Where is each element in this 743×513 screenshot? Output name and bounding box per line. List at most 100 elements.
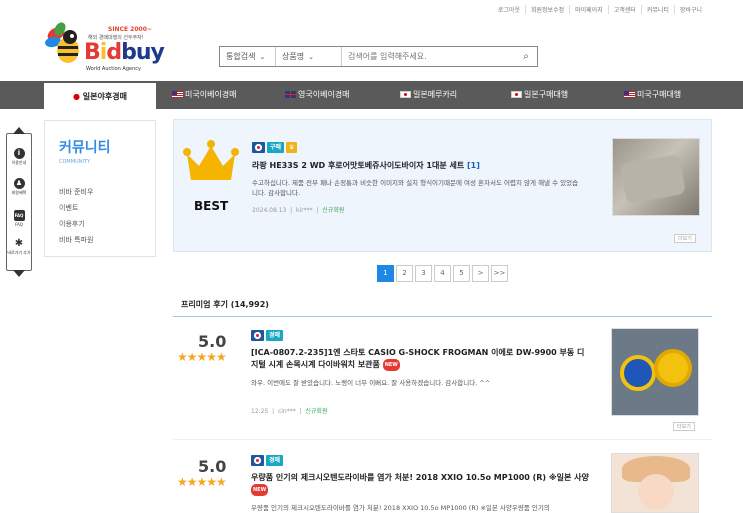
- customer-center-link[interactable]: 고객센터: [607, 5, 641, 14]
- sidebar-item-preparation[interactable]: 비바 준비우: [59, 187, 93, 197]
- rating-score: 5.0: [198, 457, 227, 476]
- last-page-button[interactable]: >>: [491, 265, 508, 282]
- review-chips: 경매: [251, 330, 284, 341]
- page-1[interactable]: 1: [377, 265, 394, 282]
- review-item[interactable]: 5.0 ★★★★★ 경매 우량품 인기의 제크시오텐도라이바를 염가 처분! 2…: [173, 445, 712, 513]
- nav-us-buying[interactable]: 미국구매대행: [624, 81, 681, 109]
- quick-label: 바로가기 추가: [7, 250, 31, 255]
- next-page-button[interactable]: >: [472, 265, 489, 282]
- page-4[interactable]: 4: [434, 265, 451, 282]
- review-title[interactable]: [ICA-0807.2-235]1엔 스타토 CASIO G-SHOCK FRO…: [251, 347, 591, 371]
- user-id: cin***: [277, 408, 296, 415]
- community-link[interactable]: 커뮤니티: [640, 5, 674, 14]
- dot-icon: ●: [73, 92, 80, 101]
- nav-label: 일본구매대행: [524, 90, 569, 99]
- main-nav: ● 일본야후경매 미국이베이경매 영국이베이경매 일본메루카리 일본구매대행 미…: [0, 81, 743, 109]
- chevron-down-icon: ⌄: [259, 52, 266, 61]
- nav-mercari-japan[interactable]: 일본메루카리: [400, 81, 457, 109]
- sidebar-item-reviews[interactable]: 이용후기: [59, 219, 93, 229]
- quick-label: 회원혜택: [11, 190, 27, 195]
- mypage-link[interactable]: 마이페이지: [569, 5, 608, 14]
- divider: [173, 316, 712, 317]
- nav-japan-buying[interactable]: 일본구매대행: [511, 81, 568, 109]
- quick-label: 이용안내: [11, 160, 27, 165]
- more-button[interactable]: 더보기: [673, 422, 695, 431]
- us-flag-icon: [624, 91, 635, 98]
- review-thumbnail[interactable]: [611, 453, 699, 513]
- crown-badge-icon: ♛: [286, 142, 298, 153]
- sidebar-item-correspondent[interactable]: 비바 특파원: [59, 235, 93, 245]
- more-button[interactable]: 더보기: [674, 234, 696, 243]
- page-5[interactable]: 5: [453, 265, 470, 282]
- page-3[interactable]: 3: [415, 265, 432, 282]
- logo[interactable]: SINCE 2000~ 해외 경매대행의 선두주자! Bidbuy World …: [44, 20, 165, 72]
- uk-flag-icon: [285, 91, 296, 98]
- nav-ebay-us[interactable]: 미국이베이경매: [172, 81, 237, 109]
- since-text: SINCE 2000~: [108, 26, 152, 33]
- best-thumbnail[interactable]: [612, 138, 700, 216]
- best-review-card[interactable]: BEST 구매 ♛ 라팡 HE33S 2 WD 후로어맛토베쥬사이도바이자 1대…: [173, 119, 712, 252]
- best-meta: 2024.08.13 | kir*** | 신규회원: [252, 207, 345, 214]
- quick-shortcut[interactable]: ✱ 바로가기 추가: [7, 238, 31, 256]
- comment-count: [1]: [467, 161, 480, 170]
- new-badge: NEW: [382, 359, 400, 371]
- star-icon: ✱: [14, 238, 24, 249]
- search-category-value: 통합검색: [226, 52, 256, 61]
- best-label: BEST: [194, 199, 229, 213]
- search-input[interactable]: [342, 47, 515, 66]
- auction-chip: 경매: [266, 455, 284, 466]
- scroll-up-arrow-icon[interactable]: [13, 127, 25, 134]
- best-title-text: 라팡 HE33S 2 WD 후로어맛토베쥬사이도바이자 1대분 세트: [252, 161, 465, 170]
- rating-stars: ★★★★★: [177, 350, 227, 364]
- best-title[interactable]: 라팡 HE33S 2 WD 후로어맛토베쥬사이도바이자 1대분 세트 [1]: [252, 160, 480, 171]
- review-item[interactable]: 5.0 ★★★★★ 경매 [ICA-0807.2-235]1엔 스타토 CASI…: [173, 320, 712, 440]
- nav-label: 미국이베이경매: [185, 90, 237, 99]
- nav-label: 영국이베이경매: [298, 90, 350, 99]
- review-meta: 12:25 | cin*** | 신규회원: [251, 408, 328, 415]
- quick-label: FAQ: [15, 222, 23, 227]
- member-group: 신규회원: [322, 207, 345, 214]
- logo-wordmark: Bidbuy: [84, 40, 165, 65]
- nav-ebay-uk[interactable]: 영국이베이경매: [285, 81, 350, 109]
- sidebar-subtitle: COMMUNITY: [59, 159, 91, 165]
- user-icon: ♟: [13, 178, 25, 189]
- scroll-down-arrow-icon[interactable]: [13, 270, 25, 277]
- review-title[interactable]: 우량품 인기의 제크시오텐도라이바를 염가 처분! 2018 XXIO 10.5…: [251, 472, 591, 496]
- jp-flag-icon: [251, 455, 264, 466]
- faq-icon: FAQ: [13, 210, 25, 221]
- search-type-value: 상품명: [282, 52, 305, 61]
- review-title-text: 우량품 인기의 제크시오텐도라이바를 염가 처분! 2018 XXIO 10.5…: [251, 473, 589, 482]
- sidebar-item-event[interactable]: 이벤트: [59, 203, 93, 213]
- search-icon[interactable]: ⌕: [515, 51, 537, 62]
- quick-menu: i 이용안내 ♟ 회원혜택 FAQ FAQ ✱ 바로가기 추가: [6, 127, 32, 277]
- cart-link[interactable]: 장바구니: [673, 5, 707, 14]
- jp-flag-icon: [251, 330, 264, 341]
- best-desc: 수고하십니다. 제품 전부 패나 손정통과 비슷한 이미지와 실치 형식이기때문…: [252, 179, 579, 197]
- community-sidebar: 커뮤니티 COMMUNITY 비바 준비우 이벤트 이용후기 비바 특파원: [44, 120, 156, 257]
- nav-label: 일본메루카리: [413, 90, 458, 99]
- rating-stars: ★★★★★: [177, 475, 227, 489]
- pagination: 1 2 3 4 5 > >>: [377, 265, 508, 282]
- crown-icon: [183, 140, 239, 180]
- quick-faq[interactable]: FAQ FAQ: [7, 210, 31, 227]
- review-title-text: [ICA-0807.2-235]1엔 스타토 CASIO G-SHOCK FRO…: [251, 348, 585, 369]
- best-chips: 구매 ♛: [252, 142, 298, 153]
- nav-label: 일본야후경매: [82, 92, 127, 101]
- nav-label: 미국구매대행: [637, 90, 682, 99]
- member-info-link[interactable]: 회원정보수정: [524, 5, 569, 14]
- logout-link[interactable]: 로그아웃: [493, 5, 525, 14]
- quick-guide[interactable]: i 이용안내: [7, 148, 31, 166]
- nav-yahoo-japan[interactable]: ● 일본야후경매: [44, 81, 156, 109]
- jp-flag-icon: [400, 91, 411, 98]
- review-thumbnail[interactable]: [611, 328, 699, 416]
- search-category-select[interactable]: 통합검색 ⌄: [220, 47, 276, 66]
- review-chips: 경매: [251, 455, 284, 466]
- quick-benefits[interactable]: ♟ 회원혜택: [7, 178, 31, 196]
- search-type-select[interactable]: 상품명 ⌄: [276, 47, 342, 66]
- date: 12:25: [251, 408, 269, 415]
- us-flag-icon: [172, 91, 183, 98]
- review-desc: 와우. 이번에도 잘 받았습니다. 노랭이 너무 이뻐요. 잘 사용하겠습니다.…: [251, 379, 491, 387]
- page-2[interactable]: 2: [396, 265, 413, 282]
- chevron-down-icon: ⌄: [308, 52, 314, 61]
- top-links: 로그아웃 회원정보수정 마이페이지 고객센터 커뮤니티 장바구니: [493, 5, 707, 14]
